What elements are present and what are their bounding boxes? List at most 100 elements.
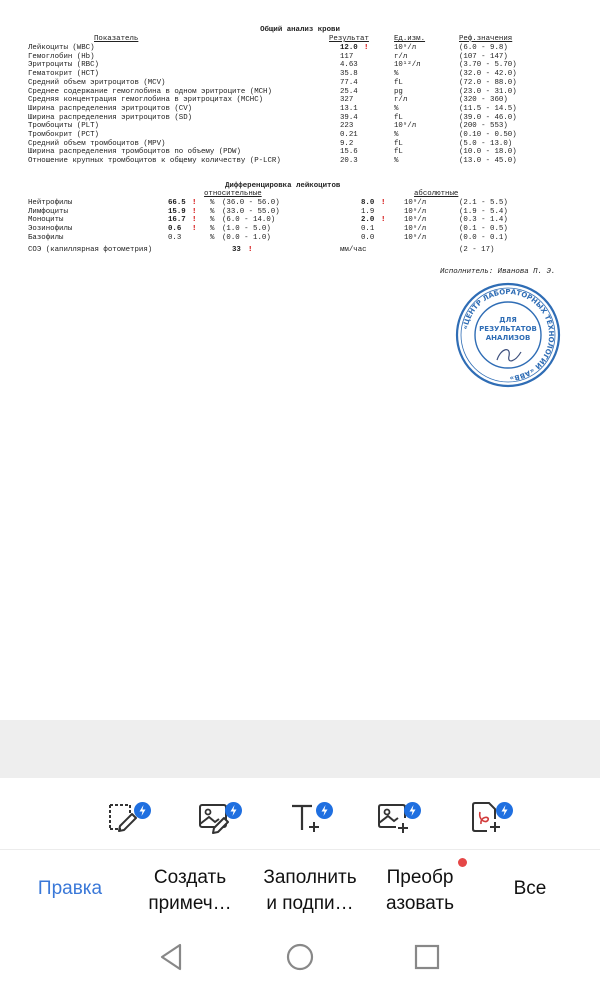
- badge-icon: [134, 802, 151, 819]
- tab-annotate-line1: Создать: [153, 867, 227, 888]
- lab-stamp: «ЦЕНТР ЛАБОРАТОРНЫХ ТЕХНОЛОГИЙ «АВВ» ДЛЯ…: [455, 282, 561, 388]
- tab-all[interactable]: Все: [504, 876, 556, 902]
- diff-abs-value: 0.0: [361, 233, 375, 242]
- table-row: Тромбоциты (PLT) 223 10⁹/л (200 - 553): [0, 122, 600, 131]
- row-name: Ширина распределения тромбоцитов по объе…: [28, 148, 241, 157]
- stamp-seal-icon: «ЦЕНТР ЛАБОРАТОРНЫХ ТЕХНОЛОГИЙ «АВВ» ДЛЯ…: [455, 282, 561, 388]
- system-navbar: [0, 927, 600, 988]
- row-unit: fL: [394, 148, 403, 157]
- badge-icon: [316, 802, 333, 819]
- row-unit: %: [394, 131, 399, 139]
- tab-fill-line2: и подпи…: [266, 893, 354, 914]
- diff-name: Эозинофилы: [28, 225, 73, 234]
- diff-rel-unit: %: [210, 225, 215, 234]
- row-unit: fL: [394, 139, 403, 148]
- row-unit: %: [394, 157, 399, 166]
- back-triangle-icon: [160, 943, 182, 971]
- tab-annotate-line2: примеч…: [148, 893, 232, 914]
- row-value: 4.63: [340, 61, 358, 70]
- row-ref: (11.5 - 14.5): [459, 104, 517, 113]
- diff-name: Лимфоциты: [28, 207, 68, 216]
- table-row: Тромбокрит (PCT) 0.21% (0.10 - 0.50): [0, 131, 600, 140]
- esr-unit: мм/час: [340, 246, 367, 254]
- row-unit: 10⁹/л: [394, 44, 417, 52]
- row-value: 327: [340, 96, 354, 105]
- diff-abs-flag: !: [381, 216, 386, 225]
- diff-rel-unit: %: [210, 233, 215, 242]
- tab-edit[interactable]: Правка: [34, 876, 106, 902]
- diff-rel-flag: !: [192, 225, 197, 234]
- row-value: 12.0: [340, 44, 358, 52]
- row-value: 35.8: [340, 70, 358, 79]
- diff-rel-flag: !: [192, 199, 197, 207]
- row-value: 0.21: [340, 131, 358, 139]
- home-button[interactable]: [282, 939, 318, 975]
- add-image-button[interactable]: [372, 794, 421, 838]
- tab-convert[interactable]: Преобр азовать: [378, 865, 462, 917]
- row-name: Тромбоциты (PLT): [28, 122, 99, 131]
- recents-button[interactable]: [409, 939, 445, 975]
- row-unit: 10⁹/л: [394, 122, 417, 131]
- add-text-button[interactable]: [284, 794, 333, 838]
- diff-abs-ref: (0.0 - 0.1): [459, 233, 508, 242]
- diff-row: Базофилы 0.3% (0.0 - 1.0) 0.0 10⁹/л (0.0 - 0.…: [0, 234, 600, 243]
- diff-rel-value: 15.9: [168, 207, 186, 216]
- row-name: Ширина распределения эритроцитов (CV): [28, 104, 193, 113]
- table-row: Эритроциты (RBC) 4.63 10¹²/л (3.70 - 5.70): [0, 61, 600, 70]
- row-ref: (200 - 553): [459, 122, 508, 131]
- diff-abs-ref: (0.3 - 1.4): [459, 216, 508, 225]
- home-circle-icon: [286, 943, 314, 971]
- row-name: Средний объем тромбоцитов (MPV): [28, 139, 166, 148]
- back-button[interactable]: [153, 939, 189, 975]
- table-row: Гематокрит (HCT) 35.8% (32.0 - 42.0): [0, 70, 600, 79]
- row-unit: %: [394, 104, 399, 113]
- row-name: Гемоглобин (Hb): [28, 52, 95, 61]
- tab-fill-sign[interactable]: Заполнить и подпи…: [256, 865, 364, 917]
- diff-rel-ref: (1.0 - 5.0): [222, 225, 271, 234]
- image-edit-button[interactable]: [193, 794, 242, 838]
- row-ref: (72.0 - 88.0): [459, 78, 517, 87]
- tab-fill-line1: Заполнить: [263, 867, 357, 888]
- tab-convert-line1: Преобр: [386, 867, 454, 888]
- badge-icon: [404, 802, 421, 819]
- diff-row: Лимфоциты 15.9!% (33.0 - 55.0) 1.9 10⁹/л (1.9…: [0, 208, 600, 217]
- table-row: Средняя концентрация гемоглобина в эритр…: [0, 96, 600, 105]
- row-ref: (13.0 - 45.0): [459, 157, 517, 166]
- diff-rel-ref: (36.0 - 56.0): [222, 199, 280, 207]
- row-value: 117: [340, 52, 354, 61]
- svg-text:ДЛЯ: ДЛЯ: [499, 316, 516, 324]
- diff-row: Нейтрофилы 66.5!% (36.0 - 56.0) 8.0! 10⁹/л (2…: [0, 199, 600, 208]
- diff-abs-ref: (1.9 - 5.4): [459, 207, 508, 216]
- row-name: Средняя концентрация гемоглобина в эритр…: [28, 96, 264, 105]
- diff-name: Нейтрофилы: [28, 199, 73, 207]
- table-row: Ширина распределения эритроцитов (CV) 13.…: [0, 105, 600, 114]
- diff-abs-unit: 10⁹/л: [404, 207, 427, 216]
- add-pdf-button[interactable]: [464, 794, 513, 838]
- diff-abs-value: 2.0: [361, 216, 375, 225]
- diff-rel-flag: !: [192, 207, 197, 216]
- row-ref: (6.0 - 9.8): [459, 44, 508, 52]
- header-result: Результат: [329, 35, 369, 43]
- diff-rel-unit: %: [210, 207, 215, 216]
- row-value: 223: [340, 122, 354, 131]
- document-page: Общий анализ крови Показатель Результат …: [0, 0, 600, 720]
- diff-name: Базофилы: [28, 233, 64, 242]
- diff-abs-ref: (2.1 - 5.5): [459, 199, 508, 207]
- diff-abs-flag: !: [381, 199, 386, 207]
- crop-edit-button[interactable]: [102, 794, 151, 838]
- row-value: 20.3: [340, 157, 358, 166]
- performer-signature: Исполнитель: Иванова П. Э.: [440, 268, 556, 276]
- tab-annotate[interactable]: Создать примеч…: [138, 865, 242, 917]
- row-flag: !: [364, 44, 369, 52]
- table-row: Средний объем эритроцитов (MCV) 77.4 fL (72…: [0, 79, 600, 88]
- diff-abs-value: 1.9: [361, 207, 375, 216]
- row-ref: (5.0 - 13.0): [459, 139, 513, 148]
- row-value: 13.1: [340, 104, 358, 113]
- diff-rel-ref: (0.0 - 1.0): [222, 233, 271, 242]
- page-gap: [0, 720, 600, 778]
- notification-dot: [458, 858, 467, 867]
- row-value: 77.4: [340, 78, 358, 87]
- row-unit: 10¹²/л: [394, 61, 421, 70]
- tab-convert-line2: азовать: [385, 893, 455, 914]
- diff-rel-header: относительные: [204, 190, 262, 198]
